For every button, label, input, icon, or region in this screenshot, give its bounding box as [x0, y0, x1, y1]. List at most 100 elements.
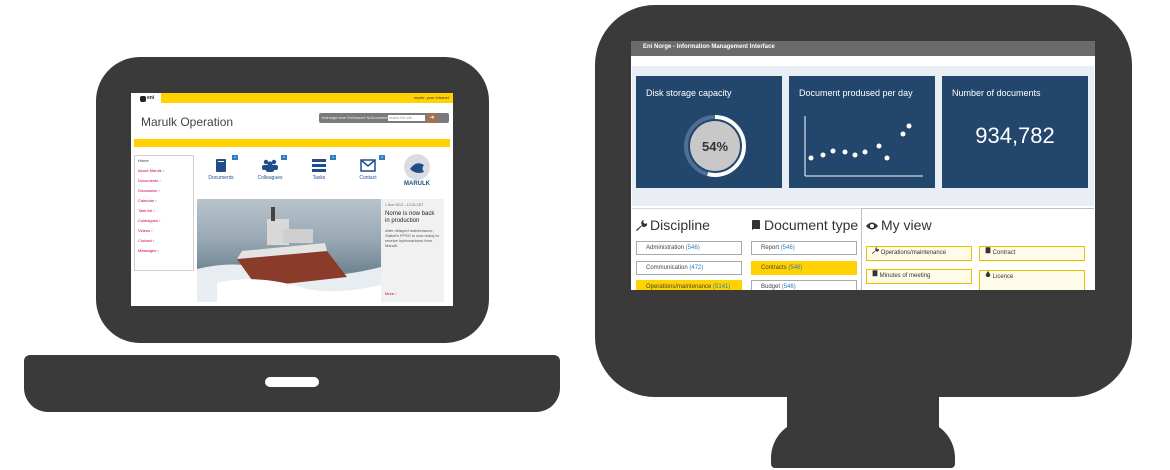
tile-label: Tasks — [312, 175, 326, 181]
my-view-heading: My view — [866, 217, 932, 233]
sidebar-item-colleagues[interactable]: Colleagues › — [135, 216, 193, 226]
view-label: Operations/maintenance — [880, 250, 947, 256]
intranet-top-bar — [131, 93, 453, 103]
number-of-documents-card[interactable]: Number of documents 934,782 — [942, 76, 1088, 188]
filter-type-contracts[interactable]: Contracts (546) — [751, 261, 857, 275]
laptop-trackpad-slot — [265, 377, 319, 387]
tasks-icon — [312, 159, 326, 172]
window-titlebar: Eni Norge - Information Management Inter… — [631, 41, 1095, 56]
tile-label: Colleagues — [257, 175, 283, 181]
sidebar-item-about[interactable]: About Marulk › — [135, 166, 193, 176]
filter-count: (546) — [685, 245, 700, 251]
scatter-point — [906, 123, 912, 129]
filter-label: Report — [761, 245, 780, 251]
news-headline[interactable]: Norne is now back in production — [385, 211, 440, 225]
filter-label: Administration — [646, 245, 685, 251]
sidebar-item-documents[interactable]: Documents › — [135, 176, 193, 186]
sidebar-item-discussion[interactable]: Discussion › — [135, 186, 193, 196]
card-caption: Document prodused per day — [799, 88, 913, 98]
tile-badge: 3 — [281, 155, 287, 160]
news-panel: 1 Nov 2013 – 12:34 CET Norne is now back… — [381, 199, 444, 302]
wrench-icon — [636, 220, 648, 231]
scatter-point — [820, 152, 826, 158]
eni-logo-text: eni — [147, 95, 155, 101]
filter-label: Budget — [761, 284, 781, 290]
view-licence[interactable]: Licence — [979, 270, 1085, 290]
card-caption: Number of documents — [952, 88, 1041, 98]
card-caption: Disk storage capacity — [646, 88, 732, 98]
fish-icon — [404, 154, 430, 180]
laptop-screen: eni mystir: your intranet Marulk Operati… — [131, 93, 453, 306]
filter-type-report[interactable]: Report (546) — [751, 241, 857, 255]
view-label: Licence — [992, 274, 1014, 280]
book-icon — [985, 247, 991, 254]
discipline-heading-text: Discipline — [650, 217, 710, 233]
marulk-logo[interactable]: MARULK — [401, 154, 433, 187]
window-title: Eni Norge - Information Management Inter… — [643, 44, 775, 50]
view-contract[interactable]: Contract — [979, 246, 1085, 261]
eye-icon — [866, 222, 878, 230]
tile-documents[interactable]: 4 Documents — [201, 155, 241, 185]
disk-storage-card[interactable]: Disk storage capacity 54% — [636, 76, 782, 188]
wrench-icon — [872, 247, 880, 254]
view-minutes-of-meeting[interactable]: Minutes of meeting — [866, 269, 972, 284]
document-type-heading: Document type — [751, 217, 858, 233]
mail-icon — [360, 159, 376, 172]
tile-colleagues[interactable]: 3 Colleagues — [250, 155, 290, 185]
my-view-heading-text: My view — [881, 217, 932, 233]
intranet-tagline: mystir: your intranet — [413, 95, 449, 100]
filter-discipline-communication[interactable]: Communication (472) — [636, 261, 742, 275]
sidebar-nav: Home About Marulk › Documents › Discussi… — [134, 155, 194, 271]
disk-percent-label: 54% — [702, 139, 728, 154]
search-input[interactable]: search the site... — [388, 115, 425, 121]
view-operations-maintenance[interactable]: Operations/maintenance — [866, 246, 972, 261]
monitor-screen: Eni Norge - Information Management Inter… — [631, 41, 1095, 290]
tile-tasks[interactable]: 4 Tasks — [299, 155, 339, 185]
tile-contact[interactable]: 4 Contact — [348, 155, 388, 185]
filter-count: (546) — [781, 284, 796, 290]
tile-badge: 4 — [379, 155, 385, 160]
news-body: After delayed maintenance, Statoil's FPS… — [385, 228, 439, 248]
scatter-point — [900, 131, 906, 137]
sidebar-item-home[interactable]: Home — [135, 156, 193, 166]
eni-logo[interactable]: eni — [135, 94, 155, 103]
drop-icon — [985, 271, 991, 278]
filter-count: (5141) — [713, 284, 731, 290]
docs-per-day-card[interactable]: Document prodused per day — [789, 76, 935, 188]
search-button[interactable]: ➔ — [427, 114, 437, 122]
tile-label: Contact — [359, 175, 377, 181]
discipline-heading: Discipline — [636, 217, 710, 233]
search-links[interactable]: eninorge.com Enhanced NoDocument — [322, 115, 390, 120]
filter-discipline-administration[interactable]: Administration (546) — [636, 241, 742, 255]
sidebar-item-calendar[interactable]: Calendar › — [135, 196, 193, 206]
docs-scatter-plot — [804, 116, 923, 177]
filter-type-budget[interactable]: Budget (546) — [751, 280, 857, 290]
scatter-point — [830, 148, 836, 154]
filter-count: (472) — [689, 265, 704, 271]
disk-donut-chart: 54% — [684, 115, 746, 177]
filter-discipline-operations[interactable]: Operations/maintenance (5141) — [636, 280, 742, 290]
sidebar-item-videos[interactable]: Videos › — [135, 226, 193, 236]
document-type-heading-text: Document type — [764, 217, 859, 233]
stage: eni mystir: your intranet Marulk Operati… — [0, 0, 1170, 470]
ship-photo — [197, 199, 381, 302]
scatter-point — [862, 149, 868, 155]
news-more-link[interactable]: More › — [385, 291, 397, 296]
marulk-label: MARULK — [404, 181, 430, 187]
filter-label: Communication — [646, 265, 688, 271]
book-icon — [752, 220, 760, 231]
scatter-point — [808, 155, 814, 161]
eni-dog-icon — [140, 96, 146, 102]
view-label: Minutes of meeting — [879, 273, 931, 279]
sidebar-item-contact[interactable]: Contact › — [135, 236, 193, 246]
tile-label: Documents — [208, 175, 234, 181]
scatter-point — [852, 152, 858, 158]
view-label: Contract — [992, 250, 1016, 256]
filter-count: (546) — [788, 265, 803, 271]
ship-illustration — [197, 207, 381, 302]
filter-label: Operations/maintenance — [646, 284, 712, 290]
scatter-point — [876, 143, 882, 149]
sidebar-item-messages[interactable]: Messages › — [135, 246, 193, 256]
yellow-nav-bar — [134, 139, 450, 147]
sidebar-item-task-list[interactable]: Task list › — [135, 206, 193, 216]
